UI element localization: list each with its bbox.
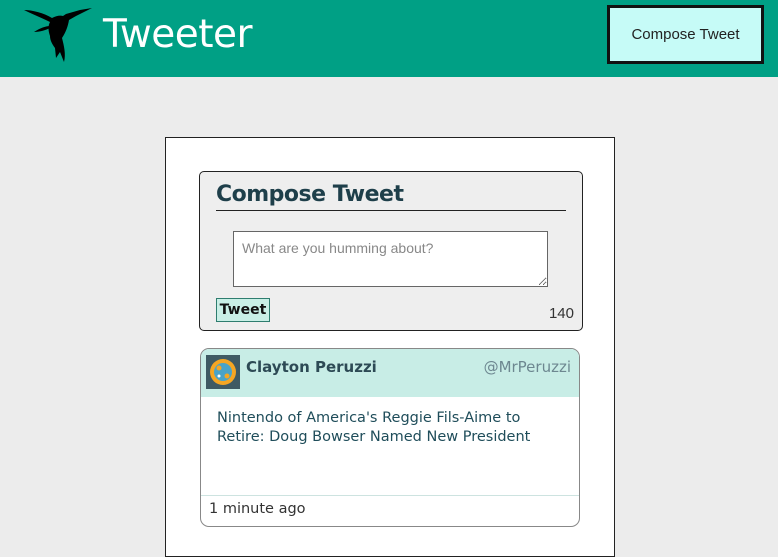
tweet-card: Clayton Peruzzi @MrPeruzzi Nintendo of A… [200, 348, 580, 527]
tweet-header: Clayton Peruzzi @MrPeruzzi [201, 349, 579, 397]
top-nav: Tweeter Compose Tweet [0, 0, 778, 77]
tweet-submit-button[interactable]: Tweet [216, 298, 270, 322]
user-avatar-icon [206, 355, 240, 389]
tweet-author-handle: @MrPeruzzi [483, 358, 571, 376]
character-counter: 140 [548, 305, 574, 322]
tweet-body: Nintendo of America's Reggie Fils-Aime t… [217, 410, 531, 445]
compose-tweet-button[interactable]: Compose Tweet [607, 5, 764, 64]
brand-title[interactable]: Tweeter [103, 12, 253, 57]
tweet-author-name: Clayton Peruzzi [246, 358, 377, 376]
tweet-footer: 1 minute ago [201, 495, 579, 526]
tweet-timestamp: 1 minute ago [209, 501, 306, 517]
compose-title: Compose Tweet [216, 182, 566, 211]
hummingbird-icon [24, 8, 92, 62]
compose-tweet-section: Compose Tweet Tweet 140 [199, 171, 583, 331]
tweet-text-input[interactable] [233, 231, 548, 287]
main-container: Compose Tweet Tweet 140 Clayton Peruzzi … [165, 137, 615, 557]
